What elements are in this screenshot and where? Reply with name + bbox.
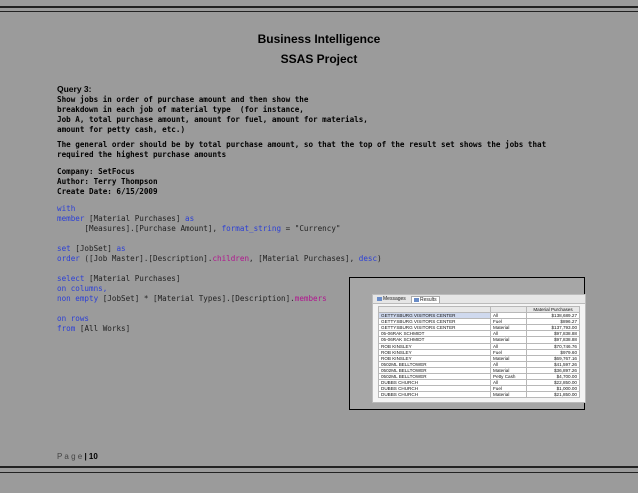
page-footer: P a g e | 10 — [57, 452, 98, 461]
code-select-measure: [Material Purchases] — [84, 274, 181, 283]
description-line-3: Job A, total purchase amount, amount for… — [57, 115, 368, 124]
code-members-fn: members — [294, 294, 327, 303]
code-on-rows: on rows — [57, 314, 90, 323]
company: Company: SetFocus — [57, 167, 135, 176]
tab-messages-label: Messages — [383, 296, 406, 302]
column-header-material-purchases: Material Purchases — [526, 305, 580, 314]
purchase-amount-cell[interactable]: $21,850.00 — [526, 391, 580, 399]
code-set-name: [JobSet] — [70, 244, 117, 253]
code-on-columns: on columns, — [57, 284, 108, 293]
author: Author: Terry Thompson — [57, 177, 158, 186]
code-cube-name: [All Works] — [75, 324, 131, 333]
code-non-empty-kw: non empty — [57, 294, 99, 303]
results-screenshot: Messages Results Material Purchases GETT… — [349, 277, 586, 410]
create-date: Create Date: 6/15/2009 — [57, 187, 158, 196]
code-format-value: = "Currency" — [281, 224, 341, 233]
results-grid: Material Purchases GETTYSBURG VISITORS C… — [378, 305, 580, 399]
results-pane: Messages Results Material Purchases GETT… — [372, 294, 586, 403]
code-select-kw: select — [57, 274, 85, 283]
description-line-2: breakdown in each job of material type (… — [57, 105, 304, 114]
description-line-4: amount for petty cash, etc.) — [57, 125, 186, 134]
document-title: Business Intelligence — [257, 32, 381, 46]
code-as-kw: as — [185, 214, 195, 223]
page-number: | 10 — [84, 452, 98, 461]
code-member-kw: member — [57, 214, 85, 223]
code-order-measure: , [Material Purchases], — [249, 254, 359, 263]
code-set-as-kw: as — [116, 244, 126, 253]
tab-messages[interactable]: Messages — [375, 296, 408, 302]
code-order-kw: order — [57, 254, 80, 263]
code-order-arg: ([Job Master].[Description]. — [79, 254, 213, 263]
general-order-line-2: required the highest purchase amounts — [57, 150, 227, 159]
query-title: Query 3: — [57, 84, 92, 94]
document-subtitle: SSAS Project — [280, 52, 358, 66]
job-cell[interactable]: DUBBS CHURCH — [378, 391, 491, 399]
code-set-kw: set — [57, 244, 71, 253]
grid-icon — [414, 297, 419, 302]
page-label: P a g e — [57, 452, 83, 461]
code-with: with — [57, 204, 76, 213]
query-description: Show jobs in order of purchase amount an… — [57, 95, 368, 135]
code-measure: [Measures].[Purchase Amount], — [57, 224, 222, 233]
table-row[interactable]: DUBBS CHURCH Material $21,850.00 — [378, 391, 580, 399]
meta-block: Company: SetFocus Author: Terry Thompson… — [57, 167, 158, 197]
code-crossjoin: [JobSet] * [Material Types].[Description… — [98, 294, 295, 303]
material-type-cell[interactable]: Material — [490, 391, 527, 399]
code-desc-kw: desc — [358, 254, 378, 263]
tab-results[interactable]: Results — [411, 296, 440, 303]
top-rule — [0, 6, 638, 12]
bottom-rule — [0, 466, 638, 473]
code-children-fn: children — [212, 254, 250, 263]
code-member-name: [Material Purchases] — [84, 214, 186, 223]
code-order-close: ) — [377, 254, 382, 263]
results-body: GETTYSBURG VISITORS CENTER All $138,689.27… — [378, 312, 580, 399]
code-from-kw: from — [57, 324, 76, 333]
general-order-line-1: The general order should be by total pur… — [57, 140, 547, 149]
general-order-text: The general order should be by total pur… — [57, 140, 546, 160]
description-line-1: Show jobs in order of purchase amount an… — [57, 95, 309, 104]
tab-results-label: Results — [420, 297, 437, 303]
results-tabs: Messages Results — [373, 295, 585, 304]
mdx-code: with member [Material Purchases] as [Mea… — [57, 204, 382, 334]
messages-icon — [377, 296, 382, 301]
code-format-kw: format_string — [221, 224, 282, 233]
